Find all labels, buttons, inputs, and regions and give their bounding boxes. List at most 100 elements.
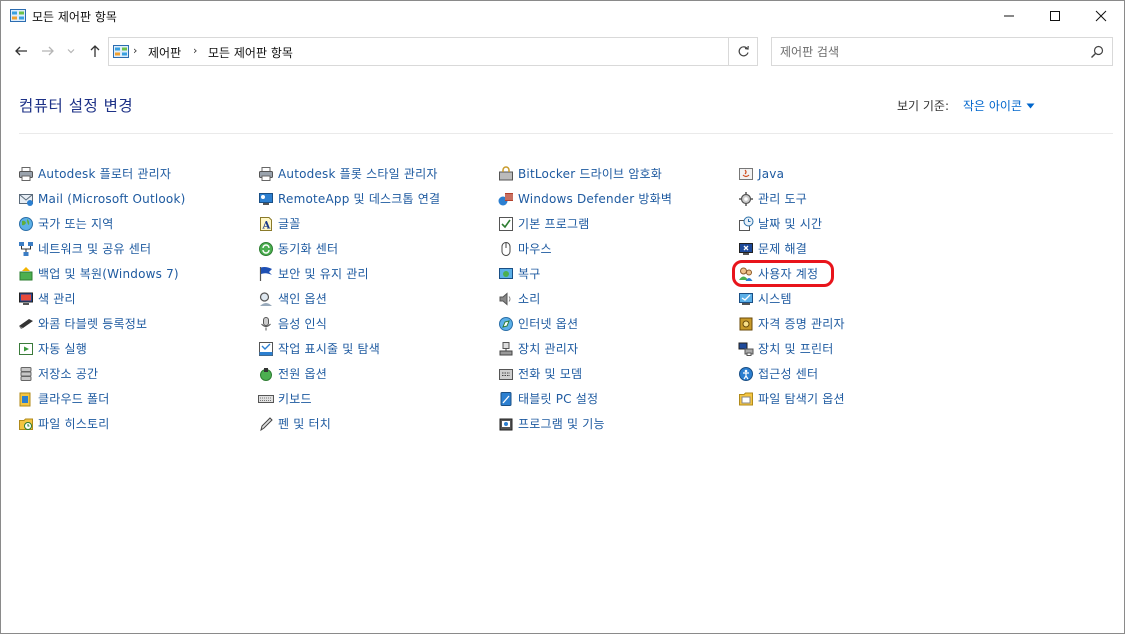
item-label[interactable]: 사용자 계정	[758, 265, 818, 282]
item-label[interactable]: 음성 인식	[278, 315, 327, 332]
item-label[interactable]: 시스템	[758, 290, 792, 307]
search-box[interactable]	[771, 37, 1113, 66]
refresh-button[interactable]	[729, 37, 758, 66]
control-panel-item-4-3[interactable]: 날짜 및 시간	[738, 211, 968, 236]
control-panel-item-4-5[interactable]: 사용자 계정	[732, 260, 968, 287]
item-label[interactable]: 장치 관리자	[518, 340, 578, 357]
control-panel-item-1-3[interactable]: 국가 또는 지역	[18, 211, 248, 236]
control-panel-item-1-11[interactable]: 파일 히스토리	[18, 411, 248, 436]
item-label[interactable]: 파일 탐색기 옵션	[758, 390, 845, 407]
control-panel-item-2-11[interactable]: 펜 및 터치	[258, 411, 488, 436]
item-label[interactable]: 자동 실행	[38, 340, 87, 357]
minimize-button[interactable]	[986, 1, 1032, 31]
control-panel-item-3-4[interactable]: 마우스	[498, 236, 728, 261]
search-icon[interactable]	[1090, 45, 1104, 59]
item-label[interactable]: BitLocker 드라이브 암호화	[518, 165, 662, 182]
item-label[interactable]: Autodesk 플로터 관리자	[38, 165, 171, 182]
control-panel-item-2-7[interactable]: 음성 인식	[258, 311, 488, 336]
item-label[interactable]: 관리 도구	[758, 190, 807, 207]
item-label[interactable]: 전화 및 모뎀	[518, 365, 582, 382]
item-label[interactable]: 복구	[518, 265, 540, 282]
control-panel-item-3-8[interactable]: 장치 관리자	[498, 336, 728, 361]
search-input[interactable]	[780, 43, 1080, 61]
control-panel-item-1-2[interactable]: Mail (Microsoft Outlook)	[18, 186, 248, 211]
control-panel-item-4-6[interactable]: 시스템	[738, 286, 968, 311]
control-panel-item-2-3[interactable]: A 글꼴	[258, 211, 488, 236]
control-panel-item-1-6[interactable]: 색 관리	[18, 286, 248, 311]
item-label[interactable]: Mail (Microsoft Outlook)	[38, 192, 186, 206]
control-panel-item-2-6[interactable]: 색인 옵션	[258, 286, 488, 311]
breadcrumb-separator[interactable]: ›	[193, 44, 197, 57]
up-button[interactable]	[85, 40, 105, 62]
control-panel-item-4-8[interactable]: 장치 및 프린터	[738, 336, 968, 361]
item-label[interactable]: 인터넷 옵션	[518, 315, 578, 332]
view-by-value[interactable]: 작은 아이콘	[963, 97, 1022, 114]
control-panel-item-1-5[interactable]: 백업 및 복원(Windows 7)	[18, 261, 248, 286]
item-label[interactable]: 색 관리	[38, 290, 76, 307]
control-panel-item-4-10[interactable]: 파일 탐색기 옵션	[738, 386, 968, 411]
recent-locations-button[interactable]	[64, 40, 78, 62]
control-panel-item-3-11[interactable]: 프로그램 및 기능	[498, 411, 728, 436]
item-label[interactable]: 파일 히스토리	[38, 415, 109, 432]
control-panel-item-4-7[interactable]: 자격 증명 관리자	[738, 311, 968, 336]
control-panel-item-1-1[interactable]: Autodesk 플로터 관리자	[18, 161, 248, 186]
item-label[interactable]: 태블릿 PC 설정	[518, 390, 598, 407]
item-label[interactable]: 전원 옵션	[278, 365, 327, 382]
item-label[interactable]: RemoteApp 및 데스크톱 연결	[278, 190, 440, 207]
control-panel-item-4-9[interactable]: 접근성 센터	[738, 361, 968, 386]
breadcrumb-all-items[interactable]: 모든 제어판 항목	[208, 44, 293, 61]
item-label[interactable]: 장치 및 프린터	[758, 340, 833, 357]
control-panel-item-2-9[interactable]: 전원 옵션	[258, 361, 488, 386]
control-panel-item-3-9[interactable]: 전화 및 모뎀	[498, 361, 728, 386]
back-button[interactable]	[11, 40, 31, 62]
item-label[interactable]: 자격 증명 관리자	[758, 315, 845, 332]
item-label[interactable]: 와콤 타블렛 등록정보	[38, 315, 147, 332]
control-panel-item-4-4[interactable]: 문제 해결	[738, 236, 968, 261]
control-panel-item-1-9[interactable]: 저장소 공간	[18, 361, 248, 386]
item-label[interactable]: 저장소 공간	[38, 365, 98, 382]
item-label[interactable]: 기본 프로그램	[518, 215, 589, 232]
item-label[interactable]: 문제 해결	[758, 240, 807, 257]
item-label[interactable]: 색인 옵션	[278, 290, 327, 307]
item-label[interactable]: Autodesk 플롯 스타일 관리자	[278, 165, 438, 182]
item-label[interactable]: 작업 표시줄 및 탐색	[278, 340, 380, 357]
control-panel-item-2-5[interactable]: 보안 및 유지 관리	[258, 261, 488, 286]
maximize-button[interactable]	[1032, 1, 1078, 31]
control-panel-item-1-8[interactable]: 자동 실행	[18, 336, 248, 361]
control-panel-item-1-10[interactable]: 클라우드 폴더	[18, 386, 248, 411]
control-panel-item-3-1[interactable]: BitLocker 드라이브 암호화	[498, 161, 728, 186]
breadcrumb-control-panel[interactable]: 제어판	[148, 44, 181, 61]
control-panel-item-3-10[interactable]: 태블릿 PC 설정	[498, 386, 728, 411]
control-panel-item-4-2[interactable]: 관리 도구	[738, 186, 968, 211]
control-panel-item-2-2[interactable]: RemoteApp 및 데스크톱 연결	[258, 186, 488, 211]
item-label[interactable]: 동기화 센터	[278, 240, 338, 257]
item-label[interactable]: 접근성 센터	[758, 365, 818, 382]
control-panel-item-2-8[interactable]: 작업 표시줄 및 탐색	[258, 336, 488, 361]
control-panel-item-2-4[interactable]: 동기화 센터	[258, 236, 488, 261]
address-bar[interactable]: › 제어판 › 모든 제어판 항목	[108, 37, 823, 66]
item-label[interactable]: 프로그램 및 기능	[518, 415, 605, 432]
control-panel-item-3-3[interactable]: 기본 프로그램	[498, 211, 728, 236]
item-label[interactable]: 소리	[518, 290, 540, 307]
control-panel-item-2-10[interactable]: 키보드	[258, 386, 488, 411]
view-by-dropdown[interactable]: 작은 아이콘	[963, 97, 1035, 114]
item-label[interactable]: Java	[758, 167, 784, 181]
control-panel-item-3-5[interactable]: 복구	[498, 261, 728, 286]
close-button[interactable]	[1078, 1, 1124, 31]
item-label[interactable]: 보안 및 유지 관리	[278, 265, 369, 282]
item-label[interactable]: 백업 및 복원(Windows 7)	[38, 265, 179, 282]
control-panel-item-3-7[interactable]: 인터넷 옵션	[498, 311, 728, 336]
control-panel-item-1-4[interactable]: 네트워크 및 공유 센터	[18, 236, 248, 261]
item-label[interactable]: 키보드	[278, 390, 312, 407]
item-label[interactable]: 글꼴	[278, 215, 300, 232]
item-label[interactable]: 네트워크 및 공유 센터	[38, 240, 151, 257]
control-panel-item-1-7[interactable]: 와콤 타블렛 등록정보	[18, 311, 248, 336]
control-panel-item-4-1[interactable]: Java	[738, 161, 968, 186]
control-panel-item-3-2[interactable]: Windows Defender 방화벽	[498, 186, 728, 211]
item-label[interactable]: 날짜 및 시간	[758, 215, 822, 232]
control-panel-item-3-6[interactable]: 소리	[498, 286, 728, 311]
item-label[interactable]: Windows Defender 방화벽	[518, 190, 672, 207]
item-label[interactable]: 국가 또는 지역	[38, 215, 113, 232]
item-label[interactable]: 마우스	[518, 240, 552, 257]
item-label[interactable]: 클라우드 폴더	[38, 390, 109, 407]
